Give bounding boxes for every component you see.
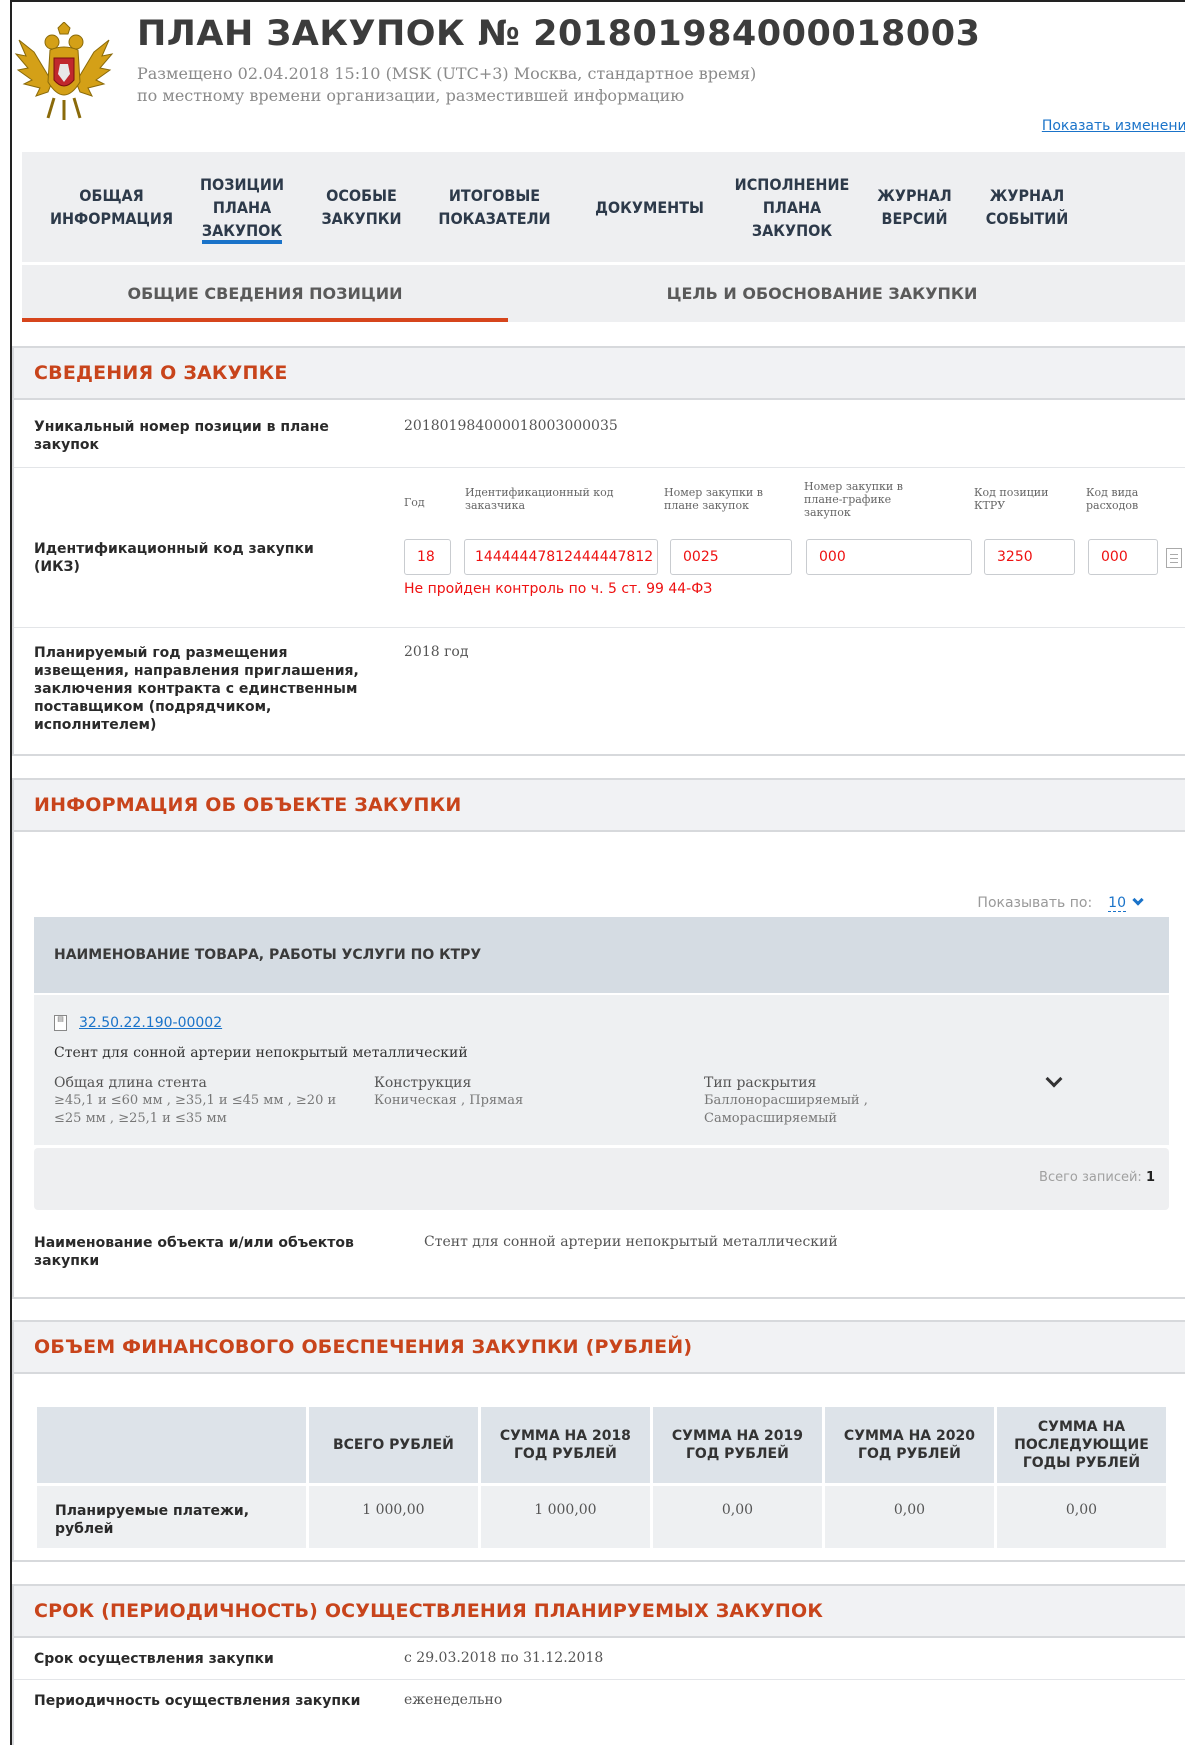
table-cell: 1 000,00 <box>308 1486 478 1548</box>
table-cell: 0,00 <box>824 1486 994 1548</box>
show-changes-link[interactable]: Показать изменения <box>1042 118 1185 134</box>
char-value: Коническая , Прямая <box>374 1093 524 1108</box>
ikz-schedule-caption: Номер закупки в плане-графике закупок <box>804 480 903 519</box>
ikz-plan-caption: Номер закупки в плане закупок <box>664 486 763 512</box>
table-cell: 0,00 <box>996 1486 1166 1548</box>
page-title: ПЛАН ЗАКУПОК № 201801984000018003 <box>137 14 981 54</box>
document-icon[interactable] <box>1166 548 1182 568</box>
ktru-code-link[interactable]: 32.50.22.190-00002 <box>79 1015 222 1031</box>
chevron-down-icon[interactable] <box>1132 894 1144 906</box>
row-label: Планируемые платежи, рублей <box>37 1486 306 1548</box>
tab-special-purchases[interactable]: ОСОБЫЕ ЗАКУПКИ <box>304 152 419 262</box>
table-row: Планируемые платежи, рублей 1 000,00 1 0… <box>37 1486 1166 1548</box>
section-heading: СРОК (ПЕРИОДИЧНОСТЬ) ОСУЩЕСТВЛЕНИЯ ПЛАНИ… <box>14 1586 1185 1638</box>
period-row: Периодичность осуществления закупки ежен… <box>14 1680 1185 1722</box>
ikz-row: Идентификационный код закупки (ИКЗ) Год … <box>14 468 1185 628</box>
table-cell: 1 000,00 <box>480 1486 650 1548</box>
subtab-purpose-justification[interactable]: ЦЕЛЬ И ОБОСНОВАНИЕ ЗАКУПКИ <box>542 265 1102 322</box>
char-name: Тип раскрытия <box>704 1075 817 1091</box>
ikz-year-caption: Год <box>404 496 425 509</box>
tab-documents[interactable]: ДОКУМЕНТЫ <box>567 152 732 262</box>
tab-plan-positions[interactable]: ПОЗИЦИИ ПЛАНА ЗАКУПОК <box>192 152 292 262</box>
page-size-selector[interactable]: Показывать по: 10 <box>977 894 1144 912</box>
posted-date: Размещено 02.04.2018 15:10 (MSK (UTC+3) … <box>137 64 757 83</box>
ikz-ktru-caption: Код позиции КТРУ <box>974 486 1049 512</box>
period-label: Периодичность осуществления закупки <box>34 1693 361 1709</box>
table-header-row: ВСЕГО РУБЛЕЙ СУММА НА 2018 ГОД РУБЛЕЙ СУ… <box>37 1407 1166 1483</box>
table-header-empty <box>37 1407 306 1483</box>
term-section: СРОК (ПЕРИОДИЧНОСТЬ) ОСУЩЕСТВЛЕНИЯ ПЛАНИ… <box>12 1584 1185 1745</box>
planned-year-row: Планируемый год размещения извещения, на… <box>14 628 1185 754</box>
ikz-customer-caption: Идентификационный код заказчика <box>465 486 614 512</box>
table-header: СУММА НА 2018 ГОД РУБЛЕЙ <box>480 1407 650 1483</box>
subtab-general-position[interactable]: ОБЩИЕ СВЕДЕНИЯ ПОЗИЦИИ <box>22 265 508 322</box>
purchase-info-section: СВЕДЕНИЯ О ЗАКУПКЕ Уникальный номер пози… <box>12 346 1185 756</box>
posted-note: по местному времени организации, размест… <box>137 86 685 105</box>
ikz-expense-caption: Код вида расходов <box>1086 486 1139 512</box>
ktru-table-row: ▤ 32.50.22.190-00002 Стент для сонной ар… <box>34 995 1169 1145</box>
section-heading: ИНФОРМАЦИЯ ОБ ОБЪЕКТЕ ЗАКУПКИ <box>14 780 1185 832</box>
coat-of-arms-icon <box>14 22 114 120</box>
table-cell: 0,00 <box>652 1486 822 1548</box>
ktru-item-name: Стент для сонной артерии непокрытый мета… <box>54 1045 468 1061</box>
section-heading: ОБЪЕМ ФИНАНСОВОГО ОБЕСПЕЧЕНИЯ ЗАКУПКИ (Р… <box>14 1322 1185 1374</box>
table-header: СУММА НА ПОСЛЕДУЮЩИЕ ГОДЫ РУБЛЕЙ <box>996 1407 1166 1483</box>
char-construction: Конструкция Коническая , Прямая <box>374 1075 644 1110</box>
sub-tabs: ОБЩИЕ СВЕДЕНИЯ ПОЗИЦИИ ЦЕЛЬ И ОБОСНОВАНИ… <box>22 265 1185 322</box>
records-total-bar: Всего записей: 1 <box>34 1148 1169 1210</box>
position-number-row: Уникальный номер позиции в плане закупок… <box>14 400 1185 468</box>
tab-plan-execution[interactable]: ИСПОЛНЕНИЕ ПЛАНА ЗАКУПОК <box>712 152 872 262</box>
tab-summary-indicators[interactable]: ИТОГОВЫЕ ПОКАЗАТЕЛИ <box>422 152 567 262</box>
finance-table: ВСЕГО РУБЛЕЙ СУММА НА 2018 ГОД РУБЛЕЙ СУ… <box>34 1404 1169 1551</box>
char-value: Баллонорасширяемый , Саморасширяемый <box>704 1093 868 1126</box>
ktru-icon: ▤ <box>54 1015 67 1031</box>
term-row: Срок осуществления закупки с 29.03.2018 … <box>14 1638 1185 1680</box>
object-info-section: ИНФОРМАЦИЯ ОБ ОБЪЕКТЕ ЗАКУПКИ Показывать… <box>12 778 1185 1299</box>
finance-section: ОБЪЕМ ФИНАНСОВОГО ОБЕСПЕЧЕНИЯ ЗАКУПКИ (Р… <box>12 1320 1185 1562</box>
expand-chevron-icon[interactable] <box>1045 1070 1063 1088</box>
char-value: ≥45,1 и ≤60 мм , ≥35,1 и ≤45 мм , ≥20 и … <box>54 1093 337 1126</box>
tab-version-log[interactable]: ЖУРНАЛ ВЕРСИЙ <box>857 152 972 262</box>
char-name: Общая длина стента <box>54 1075 207 1091</box>
ikz-customer-field[interactable]: 14444447812444447812 <box>464 539 658 575</box>
ikz-plan-field[interactable]: 0025 <box>670 539 792 575</box>
section-heading: СВЕДЕНИЯ О ЗАКУПКЕ <box>14 348 1185 400</box>
object-name-value: Стент для сонной артерии непокрытый мета… <box>424 1234 838 1250</box>
ikz-ktru-field[interactable]: 3250 <box>984 539 1075 575</box>
tab-event-log[interactable]: ЖУРНАЛ СОБЫТИЙ <box>972 152 1082 262</box>
term-value: с 29.03.2018 по 31.12.2018 <box>404 1650 604 1666</box>
period-value: еженедельно <box>404 1692 503 1708</box>
char-stent-length: Общая длина стента ≥45,1 и ≤60 мм , ≥35,… <box>54 1075 364 1128</box>
table-header: СУММА НА 2019 ГОД РУБЛЕЙ <box>652 1407 822 1483</box>
page-size-value[interactable]: 10 <box>1108 895 1126 912</box>
ikz-year-field[interactable]: 18 <box>404 539 451 575</box>
planned-year-value: 2018 год <box>404 644 469 660</box>
page-size-label: Показывать по: <box>977 895 1093 911</box>
ikz-expense-field[interactable]: 000 <box>1088 539 1158 575</box>
char-name: Конструкция <box>374 1075 472 1091</box>
planned-year-label: Планируемый год размещения извещения, на… <box>34 645 359 733</box>
ikz-label: Идентификационный код закупки (ИКЗ) <box>34 541 314 575</box>
object-name-label: Наименование объекта и/или объектов заку… <box>34 1235 354 1269</box>
position-number-value: 201801984000018003000035 <box>404 418 618 434</box>
position-number-label: Уникальный номер позиции в плане закупок <box>34 419 329 453</box>
page-frame: ПЛАН ЗАКУПОК № 201801984000018003 Размещ… <box>10 0 1185 1745</box>
records-total: Всего записей: 1 <box>1039 1170 1155 1185</box>
ikz-schedule-field[interactable]: 000 <box>806 539 972 575</box>
term-label: Срок осуществления закупки <box>34 1651 274 1667</box>
main-tabs: ОБЩАЯ ИНФОРМАЦИЯ ПОЗИЦИИ ПЛАНА ЗАКУПОК О… <box>22 152 1185 262</box>
table-header: ВСЕГО РУБЛЕЙ <box>308 1407 478 1483</box>
table-header: СУММА НА 2020 ГОД РУБЛЕЙ <box>824 1407 994 1483</box>
ktru-table-header: НАИМЕНОВАНИЕ ТОВАРА, РАБОТЫ УСЛУГИ ПО КТ… <box>34 917 1169 993</box>
page-header: ПЛАН ЗАКУПОК № 201801984000018003 Размещ… <box>12 2 1185 152</box>
tab-general-info[interactable]: ОБЩАЯ ИНФОРМАЦИЯ <box>34 152 189 262</box>
ikz-error-message: Не пройден контроль по ч. 5 ст. 99 44-ФЗ <box>404 581 713 597</box>
char-opening-type: Тип раскрытия Баллонорасширяемый , Самор… <box>704 1075 904 1128</box>
